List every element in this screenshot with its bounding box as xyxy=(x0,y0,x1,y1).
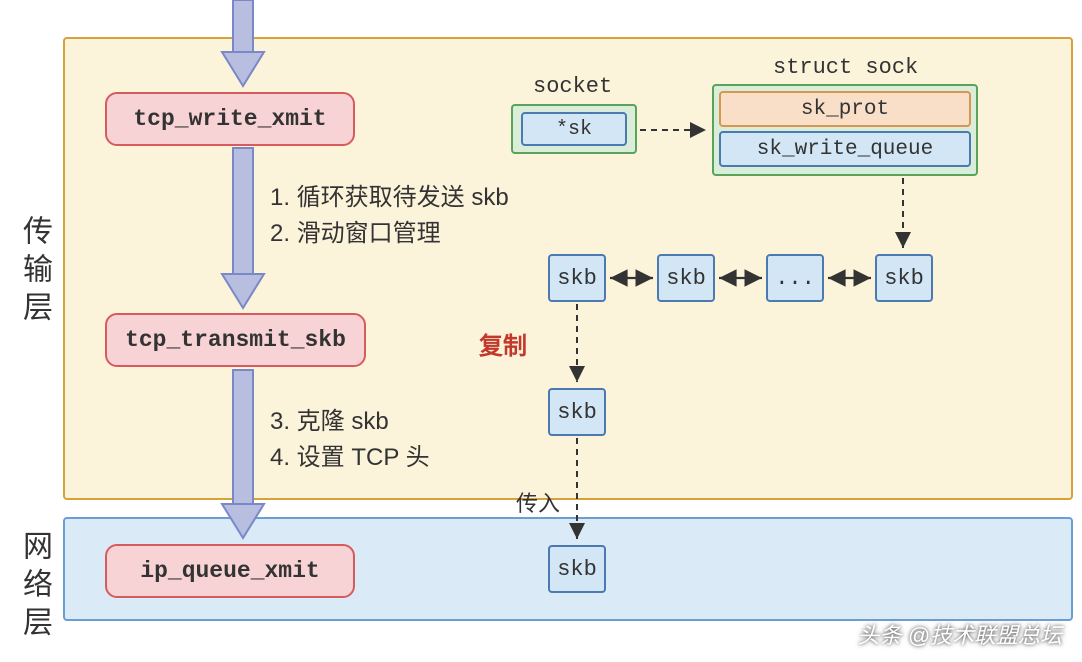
skb-queue-1: skb xyxy=(548,254,606,302)
step-3: 3. 克隆 skb xyxy=(270,408,389,435)
socket-container: *sk xyxy=(511,104,637,154)
copy-label: 复制 xyxy=(479,326,527,361)
step-1-2: 1. 循环获取待发送 skb 2. 滑动窗口管理 xyxy=(270,180,509,252)
step-4: 4. 设置 TCP 头 xyxy=(270,444,430,471)
skb-passed: skb xyxy=(548,545,606,593)
tcp-write-xmit-box: tcp_write_xmit xyxy=(105,92,355,146)
tcp-transmit-skb-box: tcp_transmit_skb xyxy=(105,313,366,367)
skb-queue-3: skb xyxy=(875,254,933,302)
pass-label: 传入 xyxy=(516,486,560,518)
struct-sock-title: struct sock xyxy=(773,55,918,80)
sk-field: *sk xyxy=(521,112,627,146)
skb-queue-2: skb xyxy=(657,254,715,302)
step-2: 2. 滑动窗口管理 xyxy=(270,220,441,247)
step-3-4: 3. 克隆 skb 4. 设置 TCP 头 xyxy=(270,404,430,476)
transport-layer-label: 传输层 xyxy=(12,215,56,329)
struct-sock-container: sk_prot sk_write_queue xyxy=(712,84,978,176)
skb-queue-dots: ... xyxy=(766,254,824,302)
sk-write-queue-field: sk_write_queue xyxy=(719,131,971,167)
ip-queue-xmit-box: ip_queue_xmit xyxy=(105,544,355,598)
skb-clone: skb xyxy=(548,388,606,436)
step-1: 1. 循环获取待发送 skb xyxy=(270,184,509,211)
network-layer-label: 网络层 xyxy=(12,530,56,644)
sk-prot-field: sk_prot xyxy=(719,91,971,127)
watermark: 头条 @技术联盟总坛 xyxy=(858,618,1062,650)
socket-title: socket xyxy=(533,74,612,99)
